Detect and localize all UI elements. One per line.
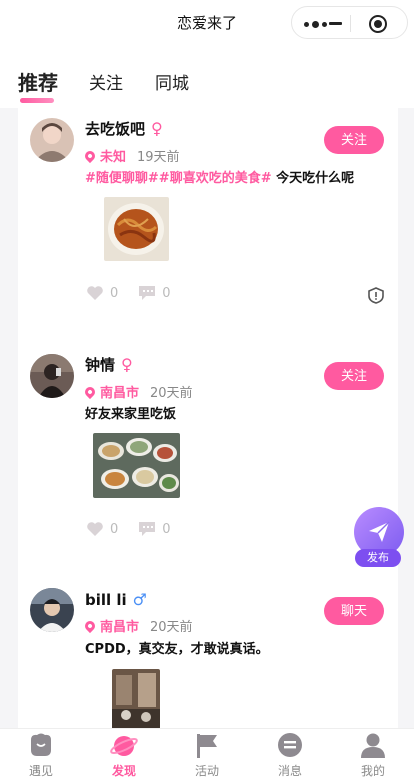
post-photo[interactable] <box>104 197 169 261</box>
post-actions: 0 0 <box>86 521 171 537</box>
meet-icon <box>31 733 51 756</box>
like-count: 0 <box>110 521 119 537</box>
author-name[interactable]: 钟情 <box>85 354 115 375</box>
user-icon <box>361 733 385 758</box>
mini-program-capsule <box>291 6 408 39</box>
feed-tabs: 推荐 关注 同城 <box>0 45 414 108</box>
like-count: 0 <box>110 285 119 301</box>
post-photo[interactable] <box>93 433 180 498</box>
bottom-navigation: 遇见 发现 活动 消息 我的 <box>0 728 414 780</box>
post-location: 南昌市 <box>100 386 140 401</box>
follow-button[interactable]: 关注 <box>324 362 384 390</box>
nav-item-meet[interactable]: 遇见 <box>0 729 82 780</box>
top-bar: 恋爱来了 <box>0 0 414 45</box>
female-gender-icon: ♀ <box>151 119 163 138</box>
avatar[interactable] <box>30 588 74 632</box>
author-name[interactable]: 去吃饭吧 <box>85 118 145 139</box>
like-icon[interactable] <box>86 285 104 301</box>
post-photo[interactable] <box>112 669 160 728</box>
chat-button[interactable]: 聊天 <box>324 597 384 625</box>
minimize-icon[interactable] <box>329 22 342 25</box>
nav-label: 消息 <box>277 764 302 778</box>
nav-item-discover[interactable]: 发现 <box>83 729 165 780</box>
post-feed[interactable]: 去吃饭吧 ♀ 未知 19天前 #随便聊聊##聊喜欢吃的美食# 今天吃什么呢 关注 <box>18 108 398 728</box>
post-content: CPDD，真交友，才敢说真话。 <box>85 638 269 657</box>
tab-same-city[interactable]: 同城 <box>155 69 189 94</box>
comment-count: 0 <box>162 521 171 537</box>
post-content: 好友来家里吃饭 <box>85 403 176 422</box>
avatar[interactable] <box>30 118 74 162</box>
post-author-row: 去吃饭吧 ♀ <box>85 118 163 139</box>
post-location: 南昌市 <box>100 620 140 635</box>
post-text: CPDD，真交友，才敢说真话。 <box>85 642 269 657</box>
location-pin-icon <box>82 618 98 633</box>
planet-icon <box>110 736 138 756</box>
comment-count: 0 <box>162 285 171 301</box>
post-meta: 南昌市 20天前 <box>82 382 193 401</box>
post-actions: 0 0 <box>86 285 171 301</box>
author-name[interactable]: bill li <box>85 591 127 609</box>
paper-plane-icon <box>369 521 390 542</box>
comment-icon[interactable] <box>138 521 156 537</box>
tab-recommend[interactable]: 推荐 <box>18 67 58 96</box>
topic-tag[interactable]: #聊喜欢吃的美食# <box>159 171 272 186</box>
nav-label: 活动 <box>194 764 219 778</box>
nav-label: 遇见 <box>28 764 53 778</box>
post-location: 未知 <box>100 150 127 165</box>
nav-item-activity[interactable]: 活动 <box>166 729 248 780</box>
nav-label: 发现 <box>111 764 136 778</box>
post-text: 今天吃什么呢 <box>276 171 355 186</box>
post-card: 钟情 ♀ 南昌市 20天前 好友来家里吃饭 关注 0 0 <box>18 348 398 578</box>
report-icon[interactable] <box>368 287 384 304</box>
tab-following[interactable]: 关注 <box>89 69 123 94</box>
close-target-icon[interactable] <box>369 15 387 33</box>
more-icon[interactable] <box>304 21 327 28</box>
nav-label: 我的 <box>360 764 385 778</box>
follow-button[interactable]: 关注 <box>324 126 384 154</box>
location-pin-icon <box>82 384 98 399</box>
post-text: 好友来家里吃饭 <box>85 407 177 422</box>
active-tab-indicator <box>20 98 54 103</box>
flag-icon <box>197 734 217 758</box>
nav-item-profile[interactable]: 我的 <box>332 729 414 780</box>
post-content: #随便聊聊##聊喜欢吃的美食# 今天吃什么呢 <box>85 167 354 186</box>
message-icon <box>278 733 302 757</box>
post-time: 19天前 <box>137 150 180 165</box>
post-card: 去吃饭吧 ♀ 未知 19天前 #随便聊聊##聊喜欢吃的美食# 今天吃什么呢 关注 <box>18 108 398 338</box>
post-time: 20天前 <box>150 386 193 401</box>
publish-label[interactable]: 发布 <box>355 549 401 567</box>
comment-icon[interactable] <box>138 285 156 301</box>
avatar[interactable] <box>30 354 74 398</box>
capsule-divider <box>350 15 351 32</box>
nav-item-messages[interactable]: 消息 <box>249 729 331 780</box>
female-gender-icon: ♀ <box>121 355 133 374</box>
male-gender-icon: ♂ <box>132 590 148 609</box>
post-author-row: bill li ♂ <box>85 590 147 609</box>
post-author-row: 钟情 ♀ <box>85 354 133 375</box>
like-icon[interactable] <box>86 521 104 537</box>
topic-tag[interactable]: #随便聊聊# <box>85 171 159 186</box>
post-meta: 南昌市 20天前 <box>82 616 193 635</box>
post-card: bill li ♂ 南昌市 20天前 CPDD，真交友，才敢说真话。 聊天 <box>18 586 398 728</box>
post-meta: 未知 19天前 <box>82 146 180 165</box>
location-pin-icon <box>82 148 98 163</box>
post-time: 20天前 <box>150 620 193 635</box>
